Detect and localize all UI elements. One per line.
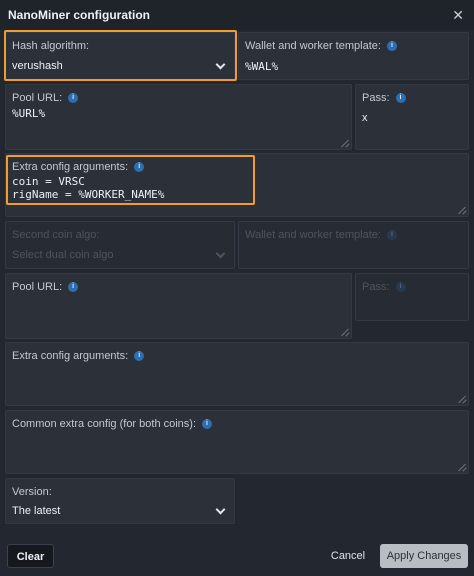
extra-config-line-1: coin = VRSC	[12, 175, 85, 188]
dual-pool-url-label: Pool URL: i	[12, 281, 79, 293]
resize-handle[interactable]	[458, 463, 466, 471]
wallet-template-value: %WAL%	[245, 60, 279, 73]
pool-url-textarea[interactable]: Pool URL: i %URL%	[5, 84, 352, 150]
version-label: Version:	[12, 486, 52, 498]
dual-pass-label: Pass: i	[362, 281, 406, 293]
common-extra-config-label: Common extra config (for both coins): i	[12, 418, 213, 430]
pool-url-label: Pool URL: i	[12, 92, 79, 104]
version-value: The latest	[12, 505, 61, 517]
info-icon: i	[68, 93, 79, 104]
wallet-template-input[interactable]: Wallet and worker template: i %WAL%	[238, 32, 469, 80]
common-extra-config-textarea[interactable]: Common extra config (for both coins): i	[5, 410, 469, 474]
dual-extra-config-textarea[interactable]: Extra config arguments: i	[5, 342, 469, 406]
second-coin-algo-select: Second coin algo: Select dual coin algo	[5, 221, 235, 269]
chevron-down-icon	[215, 248, 226, 259]
info-icon: i	[395, 93, 406, 104]
resize-handle[interactable]	[458, 206, 466, 214]
info-icon: i	[386, 41, 397, 52]
dual-pool-url-textarea[interactable]: Pool URL: i	[5, 273, 352, 339]
chevron-down-icon	[215, 59, 226, 70]
dual-wallet-template-label: Wallet and worker template: i	[245, 229, 397, 241]
clear-button[interactable]: Clear	[7, 544, 54, 568]
info-icon: i	[395, 282, 406, 293]
pool-url-value: %URL%	[12, 107, 46, 120]
dual-pass-input: Pass: i	[355, 273, 469, 321]
wallet-template-label: Wallet and worker template: i	[245, 40, 397, 52]
resize-handle[interactable]	[341, 328, 349, 336]
pass-label: Pass: i	[362, 92, 406, 104]
hash-algorithm-label: Hash algorithm:	[12, 40, 90, 52]
hash-algorithm-value: verushash	[12, 60, 63, 72]
dual-wallet-template-input: Wallet and worker template: i	[238, 221, 469, 269]
info-icon: i	[68, 282, 79, 293]
hash-algorithm-select[interactable]: Hash algorithm: verushash	[5, 32, 235, 80]
apply-changes-button[interactable]: Apply Changes	[380, 544, 468, 568]
second-coin-algo-label: Second coin algo:	[12, 229, 100, 241]
second-coin-algo-placeholder: Select dual coin algo	[12, 249, 114, 261]
version-select[interactable]: Version: The latest	[5, 478, 235, 524]
extra-config-textarea[interactable]: Extra config arguments: i coin = VRSC rig…	[5, 153, 469, 217]
extra-config-line-2: rigName = %WORKER_NAME%	[12, 188, 165, 201]
close-icon[interactable]: ✕	[452, 7, 464, 24]
dialog-title: NanoMiner configuration	[8, 8, 150, 22]
pass-input[interactable]: Pass: i x	[355, 84, 469, 150]
chevron-down-icon	[215, 504, 226, 515]
extra-config-label: Extra config arguments: i	[12, 161, 145, 173]
dialog-header: NanoMiner configuration ✕	[0, 0, 474, 30]
resize-handle[interactable]	[458, 395, 466, 403]
info-icon: i	[134, 162, 145, 173]
info-icon: i	[386, 230, 397, 241]
info-icon: i	[202, 419, 213, 430]
info-icon: i	[134, 351, 145, 362]
cancel-button[interactable]: Cancel	[326, 544, 370, 568]
resize-handle[interactable]	[341, 139, 349, 147]
dual-extra-config-label: Extra config arguments: i	[12, 350, 145, 362]
pass-value: x	[362, 112, 368, 124]
